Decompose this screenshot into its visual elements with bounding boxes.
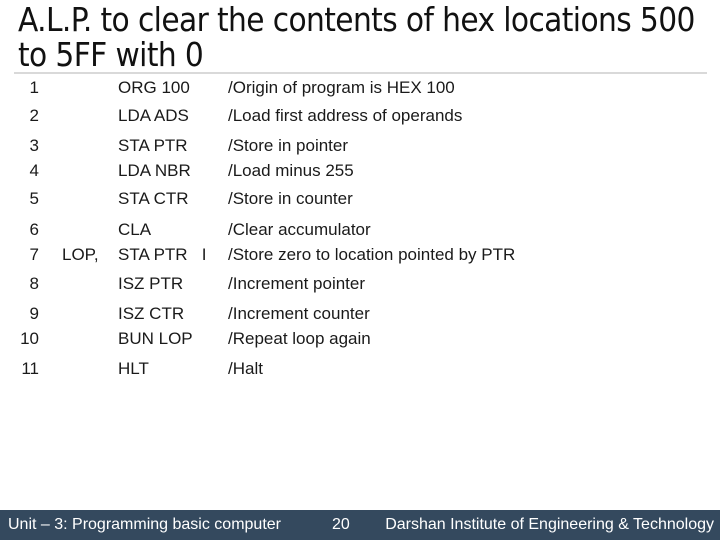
comment: /Halt <box>228 359 263 378</box>
comment: /Store in pointer <box>228 136 349 155</box>
instruction: ISZ CTR <box>118 304 185 323</box>
line-number: 10 <box>20 329 39 348</box>
comment: /Clear accumulator <box>228 220 371 239</box>
footer-unit-title: Unit – 3: Programming basic computer <box>8 516 281 533</box>
line-number: 1 <box>29 78 39 97</box>
slide-footer: Unit – 3: Programming basic computer 20 … <box>0 510 720 540</box>
instruction: ISZ PTR <box>118 274 184 293</box>
line-number: 3 <box>29 136 39 155</box>
code-line: 2 LDA ADS /Load first address of operand… <box>0 104 720 128</box>
code-line: 5 STA CTR /Store in counter <box>0 187 720 211</box>
code-line: 6 CLA /Clear accumulator <box>0 218 720 242</box>
page-number: 20 <box>332 516 350 533</box>
instruction: ORG 100 <box>118 78 190 97</box>
comment: /Increment pointer <box>228 274 366 293</box>
line-number: 8 <box>29 274 39 293</box>
instruction: STA CTR <box>118 189 189 208</box>
line-number: 4 <box>29 161 39 180</box>
comment: /Origin of program is HEX 100 <box>228 78 455 97</box>
title-divider <box>14 72 707 74</box>
comment: /Store zero to location pointed by PTR <box>228 245 516 264</box>
instruction: HLT <box>118 359 149 378</box>
slide-title: A.L.P. to clear the contents of hex loca… <box>18 0 695 74</box>
comment: /Load minus 255 <box>228 161 354 180</box>
comment: /Repeat loop again <box>228 329 371 348</box>
line-number: 6 <box>29 220 39 239</box>
instruction: STA PTR I <box>118 245 207 264</box>
line-number: 11 <box>21 359 39 378</box>
code-line: 7 LOP, STA PTR I /Store zero to location… <box>0 243 720 267</box>
comment: /Load first address of operands <box>228 106 463 125</box>
line-number: 5 <box>29 189 39 208</box>
instruction: LDA ADS <box>118 106 189 125</box>
line-number: 7 <box>29 245 39 264</box>
instruction: STA PTR <box>118 136 188 155</box>
code-line: 4 LDA NBR /Load minus 255 <box>0 159 720 183</box>
code-line: 9 ISZ CTR /Increment counter <box>0 302 720 326</box>
code-line: 8 ISZ PTR /Increment pointer <box>0 272 720 296</box>
code-line: 3 STA PTR /Store in pointer <box>0 134 720 158</box>
institute-name: Darshan Institute of Engineering & Techn… <box>385 516 714 533</box>
instruction: BUN LOP <box>118 329 193 348</box>
code-line: 11 HLT /Halt <box>0 357 720 381</box>
instruction: CLA <box>118 220 152 239</box>
label: LOP, <box>62 245 99 264</box>
comment: /Store in counter <box>228 189 353 208</box>
comment: /Increment counter <box>228 304 370 323</box>
code-line: 1 ORG 100 /Origin of program is HEX 100 <box>0 76 720 100</box>
line-number: 2 <box>29 106 39 125</box>
line-number: 9 <box>29 304 39 323</box>
code-line: 10 BUN LOP /Repeat loop again <box>0 327 720 351</box>
instruction: LDA NBR <box>118 161 191 180</box>
